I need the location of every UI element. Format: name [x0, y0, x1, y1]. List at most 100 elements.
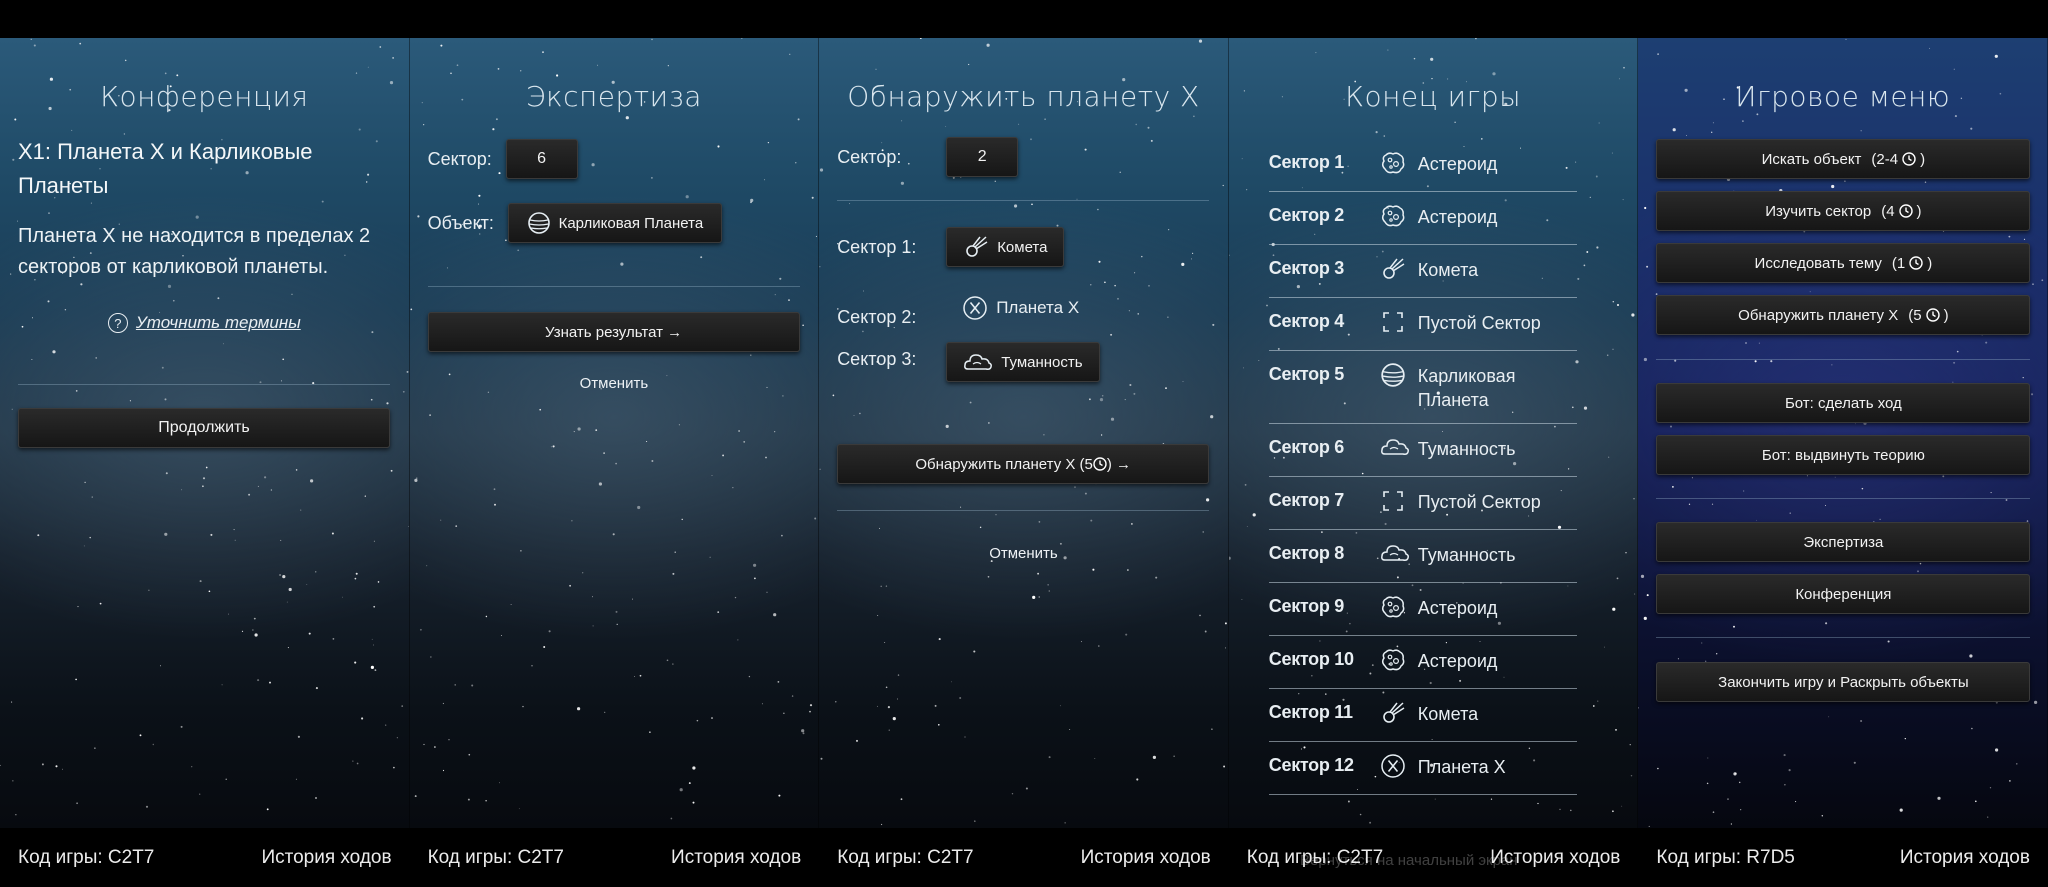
- sector-row: Сектор 8 Туманность: [1268, 530, 1577, 583]
- sector3-select-button[interactable]: Туманность: [946, 342, 1100, 382]
- search-object-cost: (2-4: [1871, 150, 1899, 168]
- move-history-link[interactable]: История ходов: [671, 847, 801, 869]
- sector2-field: Сектор 2: Планета X: [837, 288, 1095, 328]
- survey-sector-cost-end: ): [1916, 202, 1922, 220]
- survey-sector-button[interactable]: Изучить сектор (4 ): [1656, 191, 2031, 231]
- sector2-select-button[interactable]: Планета X: [946, 288, 1095, 328]
- bot-theory-button[interactable]: Бот: выдвинуть теорию: [1656, 435, 2031, 475]
- move-history-link[interactable]: История ходов: [1081, 847, 1211, 869]
- locate-planet-x-button[interactable]: Обнаружить планету X (5 ) →: [837, 444, 1210, 484]
- sector-label: Сектор:: [837, 146, 902, 167]
- sector-row: Сектор 1 Астероид: [1268, 139, 1577, 192]
- sector-object: Астероид: [1417, 207, 1498, 227]
- conference-button[interactable]: Конференция: [1656, 574, 2031, 614]
- page-title: Обнаружить планету X: [847, 80, 1200, 113]
- sector-value-button[interactable]: 2: [946, 137, 1019, 177]
- sector-row: Сектор 4 Пустой Сектор: [1268, 298, 1577, 351]
- clarify-terms-link[interactable]: ? Уточнить термины: [18, 313, 391, 333]
- sector-row: Сектор 10 Астероид: [1268, 636, 1577, 689]
- sector-row: Сектор 7 Пустой Сектор: [1268, 477, 1577, 530]
- game-code: Код игры: C2T7: [427, 846, 564, 868]
- sector-row: Сектор 9 Астероид: [1268, 583, 1577, 636]
- sector-name: Сектор 6: [1268, 437, 1345, 457]
- sector-name: Сектор 9: [1268, 596, 1345, 616]
- sector-row: Сектор 5 Карликовая Планета: [1268, 351, 1577, 424]
- move-history-link[interactable]: История ходов: [1900, 847, 2030, 869]
- footer-segment: Код игры: C2T7 История ходов: [819, 828, 1229, 887]
- sector-object: Астероид: [1417, 651, 1498, 671]
- footer-segment: Код игры: C2T7 История ходов: [410, 828, 820, 887]
- divider: [1656, 359, 2031, 360]
- divider: [427, 286, 800, 287]
- nebula-icon: [1380, 541, 1409, 567]
- move-history-link[interactable]: История ходов: [1490, 847, 1620, 869]
- game-code: Код игры: C2T7: [18, 846, 155, 868]
- clock-icon: [1902, 152, 1916, 166]
- survey-sector-label: Изучить сектор: [1765, 202, 1872, 220]
- search-object-button[interactable]: Искать объект (2-4 ): [1656, 139, 2031, 179]
- dwarf-planet-icon: [527, 212, 550, 234]
- clock-icon: [1925, 308, 1940, 322]
- sector-name: Сектор 4: [1268, 311, 1345, 331]
- asteroid-icon: [1380, 203, 1406, 229]
- game-code: Код игры: C2T7: [837, 846, 974, 868]
- sector2-value: Планета X: [996, 298, 1080, 317]
- divider: [837, 510, 1210, 511]
- research-topic-button[interactable]: Исследовать тему (1 ): [1656, 243, 2031, 283]
- search-object-cost-end: ): [1920, 150, 1926, 168]
- sector-object: Планета X: [1417, 757, 1506, 777]
- move-history-link[interactable]: История ходов: [261, 847, 391, 869]
- clock-icon: [1093, 457, 1107, 471]
- sector-name: Сектор 10: [1268, 649, 1354, 669]
- cancel-link[interactable]: Отменить: [410, 375, 819, 392]
- sector-name: Сектор 1: [1268, 152, 1345, 172]
- empty-sector-icon: [1380, 309, 1406, 335]
- conference-heading: X1: Планета X и Карликовые Планеты: [18, 139, 313, 198]
- asteroid-icon: [1380, 647, 1406, 673]
- page-title: Конец игры: [1345, 80, 1522, 113]
- divider: [1656, 637, 2031, 638]
- sector-name: Сектор 5: [1268, 364, 1345, 384]
- search-object-label: Искать объект: [1761, 150, 1862, 168]
- sector-results-list: Сектор 1 Астероид Сектор 2 Астероид Сектор 3…: [1268, 139, 1577, 795]
- sector-value-button[interactable]: 6: [505, 139, 578, 179]
- divider: [1656, 498, 2031, 499]
- footer-segment: Код игры: C2T7 История ходов: [0, 828, 410, 887]
- screen-peer-review: Экспертиза Сектор: 6 Объект: Карликовая …: [409, 38, 820, 828]
- locate-planet-x-button[interactable]: Обнаружить планету X (5 ): [1656, 295, 2031, 335]
- divider: [837, 200, 1210, 201]
- locate-button-suffix: ) →: [1106, 455, 1132, 473]
- planet-x-icon: [1380, 753, 1406, 779]
- sector-field: Сектор: 2: [837, 137, 1019, 177]
- survey-sector-cost: (4: [1881, 202, 1895, 220]
- comet-icon: [1380, 256, 1406, 282]
- footer-bar: Вернуться на начальный экран Код игры: C…: [0, 828, 2048, 887]
- screen-conference: Конференция X1: Планета X и Карликовые П…: [0, 38, 410, 828]
- sector-object: Пустой Сектор: [1417, 313, 1541, 333]
- screen-game-over: Конец игры Сектор 1 Астероид Сектор 2 Астер…: [1228, 38, 1639, 828]
- sector-field: Сектор: 6: [428, 139, 578, 179]
- research-topic-label: Исследовать тему: [1754, 254, 1882, 272]
- research-topic-cost-end: ): [1927, 254, 1933, 272]
- bot-move-button[interactable]: Бот: сделать ход: [1656, 383, 2031, 423]
- get-result-button[interactable]: Узнать результат →: [427, 312, 800, 352]
- page-title: Игровое меню: [1735, 80, 1951, 113]
- game-code: Код игры: R7D5: [1656, 846, 1795, 868]
- sector-name: Сектор 12: [1268, 755, 1354, 775]
- continue-button[interactable]: Продолжить: [18, 408, 390, 448]
- object-select-button[interactable]: Карликовая Планета: [507, 203, 723, 243]
- clarify-terms-label: Уточнить термины: [135, 313, 301, 332]
- game-code: Код игры: C2T7: [1246, 846, 1384, 868]
- object-value: Карликовая Планета: [558, 214, 704, 232]
- nebula-icon: [1380, 435, 1409, 461]
- cancel-link[interactable]: Отменить: [819, 545, 1228, 562]
- end-game-button[interactable]: Закончить игру и Раскрыть объекты: [1656, 662, 2031, 702]
- planet-x-icon: [963, 296, 987, 320]
- locate-planet-cost-end: ): [1943, 306, 1949, 324]
- sector-object: Комета: [1417, 704, 1479, 724]
- sector1-select-button[interactable]: Комета: [946, 227, 1065, 267]
- divider: [18, 384, 390, 385]
- peer-review-button[interactable]: Экспертиза: [1656, 522, 2031, 562]
- nebula-icon: [964, 354, 993, 370]
- screen-locate-planet: Обнаружить планету X Сектор: 2 Сектор 1:…: [819, 38, 1229, 828]
